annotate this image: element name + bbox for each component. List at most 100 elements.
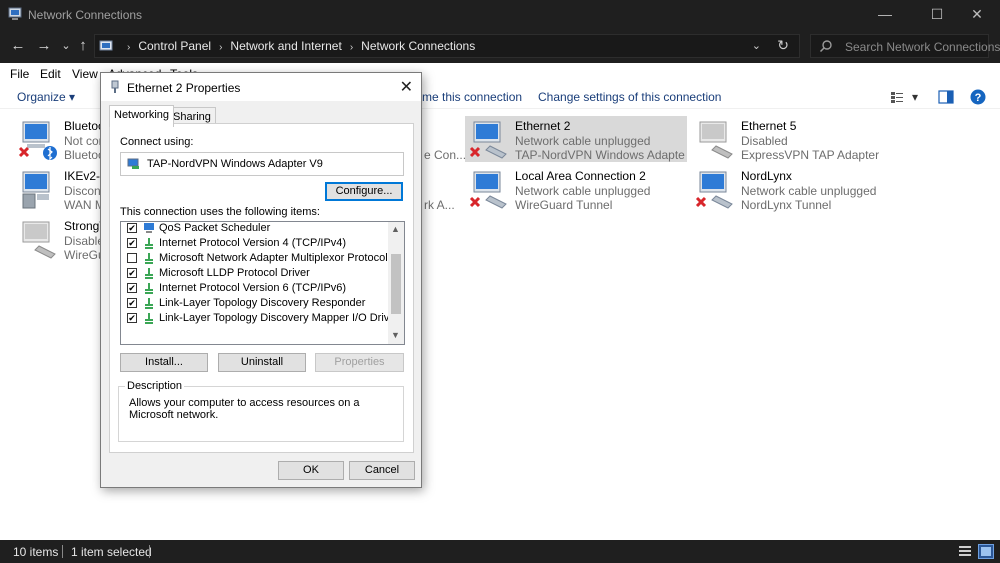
rename-connection-button[interactable]: me this connection (422, 90, 522, 104)
connection-name: Local Area Connection 2 (515, 169, 646, 183)
protocol-icon (145, 253, 153, 264)
install-button[interactable]: Install... (120, 353, 208, 372)
address-box[interactable]: › Control Panel › Network and Internet › Netw… (94, 34, 800, 58)
dialog-title-bar: Ethernet 2 Properties ✕ (101, 73, 421, 101)
cancel-button[interactable]: Cancel (349, 461, 415, 480)
breadcrumb-sep-icon: › (349, 42, 354, 53)
item-checkbox[interactable] (127, 253, 137, 263)
breadcrumb-network-connections[interactable]: Network Connections (361, 39, 475, 53)
ethernet-unplugged-icon (695, 171, 733, 209)
network-cable-icon (111, 80, 119, 93)
connection-device: TAP-NordVPN Windows Adapter ... (515, 148, 685, 162)
list-item[interactable]: ✔ Internet Protocol Version 6 (TCP/IPv6) (121, 281, 389, 296)
view-dropdown-icon[interactable]: ▾ (912, 90, 918, 104)
details-view-icon[interactable] (958, 545, 972, 558)
control-panel-icon (99, 40, 113, 51)
search-icon (819, 40, 832, 53)
forward-button[interactable]: → (34, 36, 54, 56)
status-divider (62, 545, 63, 558)
breadcrumb-control-panel[interactable]: Control Panel (138, 39, 211, 53)
description-group: Description Allows your computer to acce… (118, 380, 404, 442)
description-label: Description (125, 380, 185, 392)
breadcrumb-sep-icon: › (127, 42, 131, 53)
item-checkbox[interactable]: ✔ (127, 283, 137, 293)
item-checkbox[interactable]: ✔ (127, 298, 137, 308)
description-text: Allows your computer to access resources… (129, 397, 360, 421)
ok-button[interactable]: OK (278, 461, 344, 480)
close-button[interactable]: ✕ (954, 0, 1000, 30)
scroll-down-icon[interactable]: ▼ (391, 330, 400, 340)
list-item[interactable]: ✔ QoS Packet Scheduler (121, 222, 389, 236)
scroll-up-icon[interactable]: ▲ (391, 224, 400, 234)
wan-miniport-icon (22, 171, 50, 209)
uninstall-button[interactable]: Uninstall (218, 353, 306, 372)
item-checkbox[interactable]: ✔ (127, 238, 137, 248)
tab-networking[interactable]: Networking (109, 105, 175, 127)
dialog-close-button[interactable]: ✕ (400, 77, 413, 97)
item-label: Link-Layer Topology Discovery Mapper I/O… (159, 312, 400, 324)
item-checkbox[interactable]: ✔ (127, 313, 137, 323)
item-label: Link-Layer Topology Discovery Responder (159, 297, 366, 309)
item-label: QoS Packet Scheduler (159, 222, 271, 234)
item-checkbox[interactable]: ✔ (127, 223, 137, 233)
status-divider (149, 545, 150, 558)
search-placeholder: Search Network Connections (845, 40, 1000, 54)
preview-pane-icon[interactable] (938, 90, 954, 104)
connection-status: Network cable unplugged (515, 183, 651, 198)
connection-ethernet-5[interactable]: Ethernet 5 Disabled ExpressVPN TAP Adapt… (691, 116, 913, 162)
search-box[interactable]: Search Network Connections (810, 34, 1000, 58)
connect-using-label: Connect using: (120, 136, 194, 148)
organize-button[interactable]: Organize ▾ (17, 90, 75, 104)
help-icon[interactable]: ? (970, 89, 986, 105)
connection-ethernet-2[interactable]: Ethernet 2 Network cable unplugged TAP-N… (465, 116, 687, 162)
adapter-name: TAP-NordVPN Windows Adapter V9 (147, 158, 323, 170)
address-bar-row: ← → ⌄ ↑ › Control Panel › Network and Inter… (0, 30, 1000, 63)
breadcrumb-network-and-internet[interactable]: Network and Internet (230, 39, 341, 53)
list-item[interactable]: Microsoft Network Adapter Multiplexor Pr… (121, 251, 389, 266)
selection-count: 1 item selected (71, 545, 152, 559)
item-label: Internet Protocol Version 6 (TCP/IPv6) (159, 282, 347, 294)
status-bar: 10 items 1 item selected (0, 540, 1000, 563)
back-button[interactable]: ← (8, 36, 28, 56)
properties-button[interactable]: Properties (315, 353, 404, 372)
dialog-title: Ethernet 2 Properties (127, 81, 241, 95)
list-scrollbar[interactable]: ▲ ▼ (388, 222, 404, 344)
item-label: Microsoft LLDP Protocol Driver (159, 267, 310, 279)
connection-device: NordLynx Tunnel (741, 198, 832, 212)
scroll-thumb[interactable] (391, 254, 401, 314)
window-title: Network Connections (28, 8, 143, 22)
connection-local-area-2[interactable]: Local Area Connection 2 Network cable un… (465, 166, 687, 212)
protocol-icon (145, 283, 153, 294)
menu-edit[interactable]: Edit (40, 67, 61, 81)
list-item[interactable]: ✔ Link-Layer Topology Discovery Responde… (121, 296, 389, 311)
adapter-field: TAP-NordVPN Windows Adapter V9 (120, 152, 404, 176)
ethernet-unplugged-icon (469, 171, 507, 209)
up-button[interactable]: ↑ (73, 36, 93, 56)
minimize-button[interactable]: — (862, 0, 908, 30)
list-item[interactable]: ✔ Microsoft LLDP Protocol Driver (121, 266, 389, 281)
breadcrumb-sep-icon: › (219, 42, 223, 53)
large-icons-view-icon[interactable] (978, 544, 994, 559)
item-count: 10 items (13, 545, 59, 559)
refresh-icon[interactable]: ↻ (777, 37, 789, 54)
menu-view[interactable]: View (72, 67, 98, 81)
configure-button[interactable]: Configure... (325, 182, 403, 201)
item-checkbox[interactable]: ✔ (127, 268, 137, 278)
protocol-icon (145, 313, 153, 324)
item-label: Internet Protocol Version 4 (TCP/IPv4) (159, 237, 347, 249)
change-view-icon[interactable] (890, 90, 904, 104)
list-item[interactable]: ✔ Internet Protocol Version 4 (TCP/IPv4) (121, 236, 389, 251)
change-settings-button[interactable]: Change settings of this connection (538, 90, 721, 104)
address-dropdown-icon[interactable]: ⌄ (752, 39, 761, 52)
network-adapter-icon (18, 121, 57, 160)
menu-file[interactable]: File (10, 67, 29, 81)
connection-nordlynx[interactable]: NordLynx Network cable unplugged NordLyn… (691, 166, 913, 212)
network-connections-icon (8, 7, 22, 20)
title-bar: Network Connections — ☐ ✕ (0, 0, 1000, 30)
networking-panel: Connect using: TAP-NordVPN Windows Adapt… (109, 123, 414, 453)
ethernet-2-properties-dialog: Ethernet 2 Properties ✕ Networking Shari… (100, 72, 422, 488)
breadcrumb: › Control Panel › Network and Internet › Netw… (119, 39, 475, 53)
connection-items-list: ✔ QoS Packet Scheduler ✔ Internet Protoc… (120, 221, 405, 345)
partial-connection-label: e Con... (424, 148, 467, 162)
list-item[interactable]: ✔ Link-Layer Topology Discovery Mapper I… (121, 311, 399, 326)
